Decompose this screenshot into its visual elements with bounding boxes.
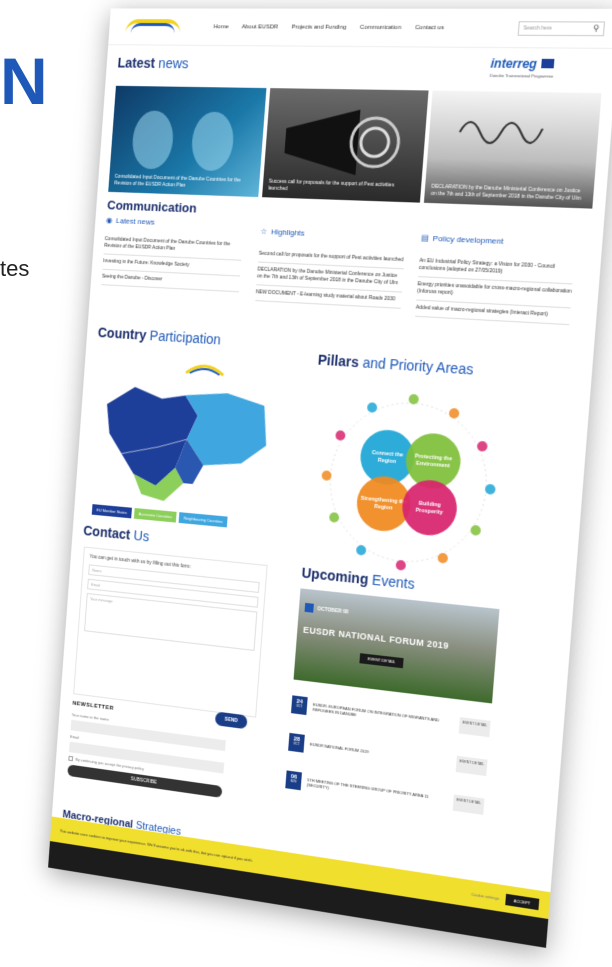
legend-accession[interactable]: Accession Countries [134, 508, 177, 523]
event-date: 06 NOV [285, 770, 302, 790]
nav-communication[interactable]: Communication [360, 24, 402, 30]
interreg-name: interreg [490, 56, 537, 71]
featured-event-name: EUSDR NATIONAL FORUM 2019 [303, 625, 449, 651]
latest-news-label: Latest news [116, 216, 155, 226]
event-title[interactable]: EUSDR NATIONAL FORUM 2019 [310, 742, 451, 766]
slide-body-text: tes [0, 256, 29, 282]
top-nav: Home About EUSDR Projects and Funding Co… [108, 8, 612, 49]
legend-neighbouring[interactable]: Neighbouring Countries [179, 512, 228, 527]
cookie-banner: This website uses cookies to improve you… [50, 816, 550, 919]
event-detail-button[interactable]: EVENT DETAIL [459, 717, 491, 737]
highlights-subheading: ☆ Highlights [260, 227, 305, 238]
latest-news-subheading: ◉ Latest news [106, 216, 196, 228]
slide-heading-letter: N [0, 48, 48, 114]
highlights-list: Second call for proposals for the suppor… [255, 247, 405, 309]
event-title[interactable]: EUSDR: EUROPEAN FORUM ON INTEGRATION OF … [312, 702, 453, 730]
priority-area-icon[interactable] [408, 394, 419, 405]
search-placeholder: Search here [523, 25, 552, 31]
eu-flag-icon [541, 59, 554, 69]
country-title-rest: Participation [146, 327, 222, 347]
featured-event-button[interactable]: EVENT DETAIL [359, 653, 403, 668]
pillars-title: Pillars and Priority Areas [317, 352, 474, 378]
priority-area-icon[interactable] [449, 408, 460, 419]
latest-title-rest: news [154, 55, 189, 71]
featured-event[interactable]: OCTOBER 08 EUSDR NATIONAL FORUM 2019 EVE… [294, 588, 500, 703]
calendar-icon [305, 603, 314, 613]
priority-area-icon[interactable] [367, 402, 378, 413]
event-date: 28 OCT [288, 733, 305, 753]
contact-title: Contact Us [83, 523, 150, 545]
document-icon: ▤ [421, 233, 429, 242]
event-date: 24 OCT [291, 695, 308, 715]
nav-about[interactable]: About EUSDR [242, 24, 279, 30]
priority-area-icon[interactable] [437, 553, 448, 564]
country-participation-title: Country Participation [97, 324, 221, 347]
website-page: Home About EUSDR Projects and Funding Co… [48, 8, 612, 947]
priority-area-icon[interactable] [470, 525, 481, 536]
event-title[interactable]: 5TH MEETING OF THE STEERING GROUP OF PRI… [307, 777, 448, 807]
search-input[interactable]: Search here ⚲ [518, 21, 605, 36]
interreg-subtitle: Danube Transnational Programme [490, 73, 606, 80]
event-detail-button[interactable]: EVENT DETAIL [453, 794, 485, 815]
cookie-text: This website uses cookies to improve you… [60, 828, 466, 895]
accept-cookies-button[interactable]: ACCEPT [505, 893, 539, 909]
pillars-diagram[interactable]: Connect theRegion Protecting theEnvironme… [302, 380, 517, 589]
website-screenshot: Home About EUSDR Projects and Funding Co… [48, 8, 612, 947]
priority-area-icon[interactable] [395, 560, 406, 571]
danube-region-map[interactable] [91, 365, 276, 515]
pillars-title-bold: Pillars [317, 352, 359, 371]
globe-icon: ◉ [106, 216, 113, 225]
policy-label: Policy development [432, 234, 503, 246]
legend-member-states[interactable]: EU Member States [92, 504, 132, 518]
policy-list: An EU Industrial Policy Strategy: a Visi… [415, 254, 574, 325]
news-carousel: Consolidated Input Document of the Danub… [108, 86, 601, 209]
cookie-settings-link[interactable]: Cookie settings [471, 891, 499, 900]
events-title-rest: Events [368, 571, 416, 592]
search-icon[interactable]: ⚲ [593, 24, 600, 33]
news-card[interactable]: Consolidated Input Document of the Danub… [108, 86, 266, 197]
pillars-title-rest: and Priority Areas [358, 354, 474, 377]
communication-title: Communication [107, 198, 197, 216]
news-card[interactable]: Success call for proposals for the suppo… [262, 88, 429, 203]
policy-subheading: ▤ Policy development [421, 233, 504, 246]
priority-area-icon[interactable] [477, 441, 488, 452]
eusdr-logo[interactable] [121, 15, 186, 39]
priority-area-icon[interactable] [329, 512, 339, 523]
contact-title-bold: Contact [83, 523, 131, 543]
featured-event-date: OCTOBER 08 [305, 603, 349, 617]
nav-contact[interactable]: Contact us [415, 24, 444, 30]
communication-section: Communication ◉ Latest news [106, 198, 197, 229]
contact-form: You can get in touch with us by filling … [73, 547, 267, 718]
newsletter-form: NEWSLETTER Your name or the name Email B… [65, 701, 227, 828]
consent-checkbox[interactable] [68, 756, 73, 761]
featured-event-date-text: OCTOBER 08 [317, 606, 348, 615]
priority-area-icon[interactable] [335, 430, 346, 441]
footer: This website uses cookies to improve you… [48, 816, 550, 947]
contact-title-rest: Us [130, 527, 150, 544]
latest-news-list: Consolidated Input Document of the Danub… [101, 232, 242, 292]
highlights-label: Highlights [271, 227, 305, 237]
latest-title-bold: Latest [117, 55, 155, 71]
star-icon: ☆ [260, 227, 267, 236]
event-detail-button[interactable]: EVENT DETAIL [456, 756, 488, 776]
nav-home[interactable]: Home [213, 24, 228, 30]
latest-news-title: Latest news [117, 55, 189, 71]
nav-projects[interactable]: Projects and Funding [291, 24, 346, 30]
priority-area-icon[interactable] [356, 545, 367, 556]
country-title-bold: Country [97, 324, 146, 342]
news-card[interactable]: DECLARATION by the Danube Ministerial Co… [424, 91, 601, 209]
